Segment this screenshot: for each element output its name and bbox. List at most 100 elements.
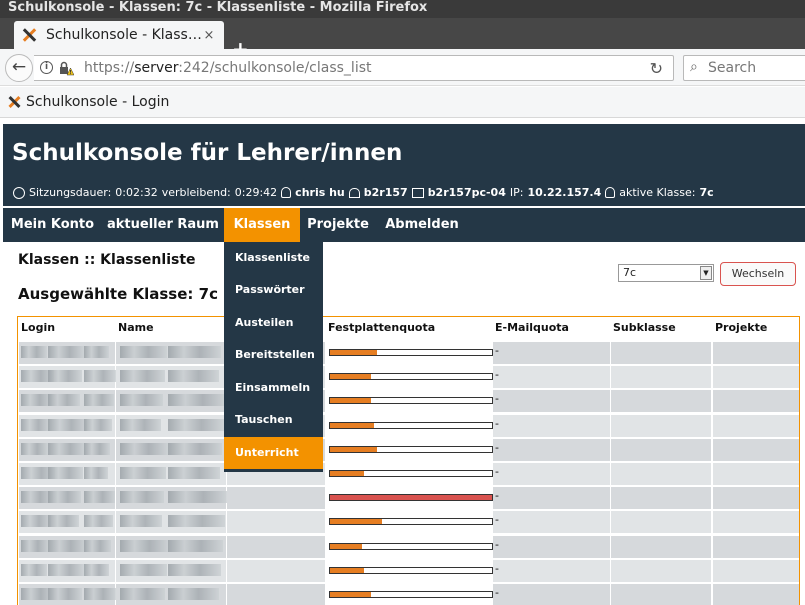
disk-quota-fill: [330, 350, 377, 355]
email-quota-value: -: [495, 465, 499, 478]
computer-icon: [411, 187, 424, 198]
disk-quota-fill: [330, 495, 492, 501]
klassen-dropdown: Klassenliste Passwörter Austeilen Bereit…: [224, 242, 323, 472]
table-cell: [713, 342, 799, 364]
redacted-login: [48, 515, 79, 528]
table-cell: [493, 438, 610, 461]
redacted-login: [21, 539, 49, 552]
table-cell: [493, 559, 610, 582]
app-title: Schulkonsole für Lehrer/innen: [12, 140, 403, 166]
menu-aktueller-raum[interactable]: aktueller Raum: [102, 208, 224, 242]
disk-quota-bar: [329, 421, 493, 429]
dropdown-item-tauschen[interactable]: Tauschen: [224, 404, 323, 436]
disk-quota-bar: [329, 349, 493, 356]
table-cell: [227, 511, 325, 534]
col-login[interactable]: Login: [21, 321, 55, 334]
redacted-login: [84, 515, 113, 528]
session-time: 0:02:32: [115, 186, 158, 199]
schulkonsole-favicon-icon: [22, 27, 38, 43]
redacted-login: [48, 467, 83, 479]
redacted-name: [168, 442, 222, 455]
table-row: -: [18, 389, 799, 413]
bookmarks-toolbar: Schulkonsole - Login: [0, 87, 805, 118]
insecure-lock-icon[interactable]: [58, 60, 74, 76]
tab-close-icon[interactable]: ×: [202, 28, 216, 43]
dropdown-item-klassenliste[interactable]: Klassenliste: [224, 242, 323, 274]
redacted-name: [168, 539, 223, 552]
redacted-login: [84, 563, 109, 576]
redacted-login: [84, 418, 112, 431]
menu-abmelden[interactable]: Abmelden: [376, 208, 468, 242]
page-content: Schulkonsole für Lehrer/innen Sitzungsda…: [3, 124, 805, 605]
room-name: b2r157: [363, 186, 408, 199]
selected-class-heading: Ausgewählte Klasse: 7c: [18, 285, 218, 303]
col-name[interactable]: Name: [118, 321, 154, 334]
redacted-name: [168, 394, 226, 407]
dropdown-item-passwoerter[interactable]: Passwörter: [224, 274, 323, 306]
disk-quota-fill: [330, 398, 371, 404]
email-quota-value: -: [495, 489, 499, 503]
redacted-name: [168, 418, 224, 431]
disk-quota-bar: [329, 518, 493, 526]
back-button[interactable]: ←: [5, 54, 33, 82]
reload-icon[interactable]: ↻: [650, 59, 663, 78]
table-header: Login Name Festplattenquota E-Mailquota …: [18, 317, 799, 340]
table-cell: [611, 463, 711, 485]
app-header: Schulkonsole für Lehrer/innen Sitzungsda…: [3, 124, 805, 206]
table-cell: [227, 559, 325, 582]
table-row: -: [18, 510, 799, 534]
redacted-login: [21, 346, 47, 358]
menu-mein-konto[interactable]: Mein Konto: [3, 208, 102, 242]
table-cell: [611, 438, 711, 461]
class-select[interactable]: 7c ▼: [618, 264, 714, 282]
redacted-name: [120, 467, 166, 479]
menu-klassen[interactable]: Klassen: [224, 208, 300, 242]
table-cell: [713, 511, 799, 534]
search-bar[interactable]: ⌕ Search: [683, 55, 805, 81]
redacted-name: [120, 539, 169, 552]
table-cell: [713, 559, 799, 582]
table-row: -: [18, 583, 799, 605]
search-icon: ⌕: [690, 59, 698, 75]
switch-class-button[interactable]: Wechseln: [720, 262, 796, 286]
redacted-name: [120, 563, 167, 576]
dropdown-item-bereitstellen[interactable]: Bereitstellen: [224, 339, 323, 371]
table-cell: [713, 487, 799, 510]
col-emailquota: E-Mailquota: [495, 321, 569, 334]
col-subklasse: Subklasse: [613, 321, 676, 334]
page-title: Klassen :: Klassenliste: [18, 252, 196, 268]
table-row: -: [18, 535, 799, 559]
email-quota-value: -: [495, 537, 499, 551]
table-row: -: [18, 438, 799, 462]
browser-tab[interactable]: Schulkonsole - Klass… ×: [14, 21, 224, 49]
url-text[interactable]: https://server:242/schulkonsole/class_li…: [84, 60, 372, 76]
window-title: Schulkonsole - Klassen: 7c - Klassenlist…: [0, 0, 805, 18]
redacted-name: [120, 491, 164, 504]
user-icon: [281, 187, 292, 198]
dropdown-item-einsammeln[interactable]: Einsammeln: [224, 372, 323, 404]
table-cell: [493, 535, 610, 558]
disk-quota-bar: [329, 591, 493, 598]
table-cell: [493, 342, 610, 364]
chevron-down-icon[interactable]: ▼: [700, 266, 712, 280]
table-cell: [713, 438, 799, 461]
info-icon[interactable]: i: [40, 61, 53, 74]
table-cell: [611, 487, 711, 510]
dropdown-item-austeilen[interactable]: Austeilen: [224, 307, 323, 339]
bookmark-schulkonsole-login[interactable]: Schulkonsole - Login: [8, 94, 169, 110]
redacted-login: [48, 442, 85, 455]
dropdown-item-unterricht[interactable]: Unterricht: [224, 437, 323, 469]
table-row: -: [18, 341, 799, 365]
table-cell: [713, 366, 799, 389]
redacted-name: [168, 370, 219, 383]
session-label: Sitzungsdauer:: [29, 186, 112, 199]
redacted-login: [84, 394, 114, 407]
menu-projekte[interactable]: Projekte: [300, 208, 376, 242]
url-bar[interactable]: i https://server:242/schulkonsole/class_…: [34, 55, 674, 81]
table-cell: [227, 584, 325, 605]
disk-quota-bar: [329, 373, 493, 381]
table-cell: [493, 463, 610, 485]
redacted-login: [48, 346, 84, 358]
table-cell: [227, 535, 325, 558]
email-quota-value: -: [495, 368, 499, 382]
